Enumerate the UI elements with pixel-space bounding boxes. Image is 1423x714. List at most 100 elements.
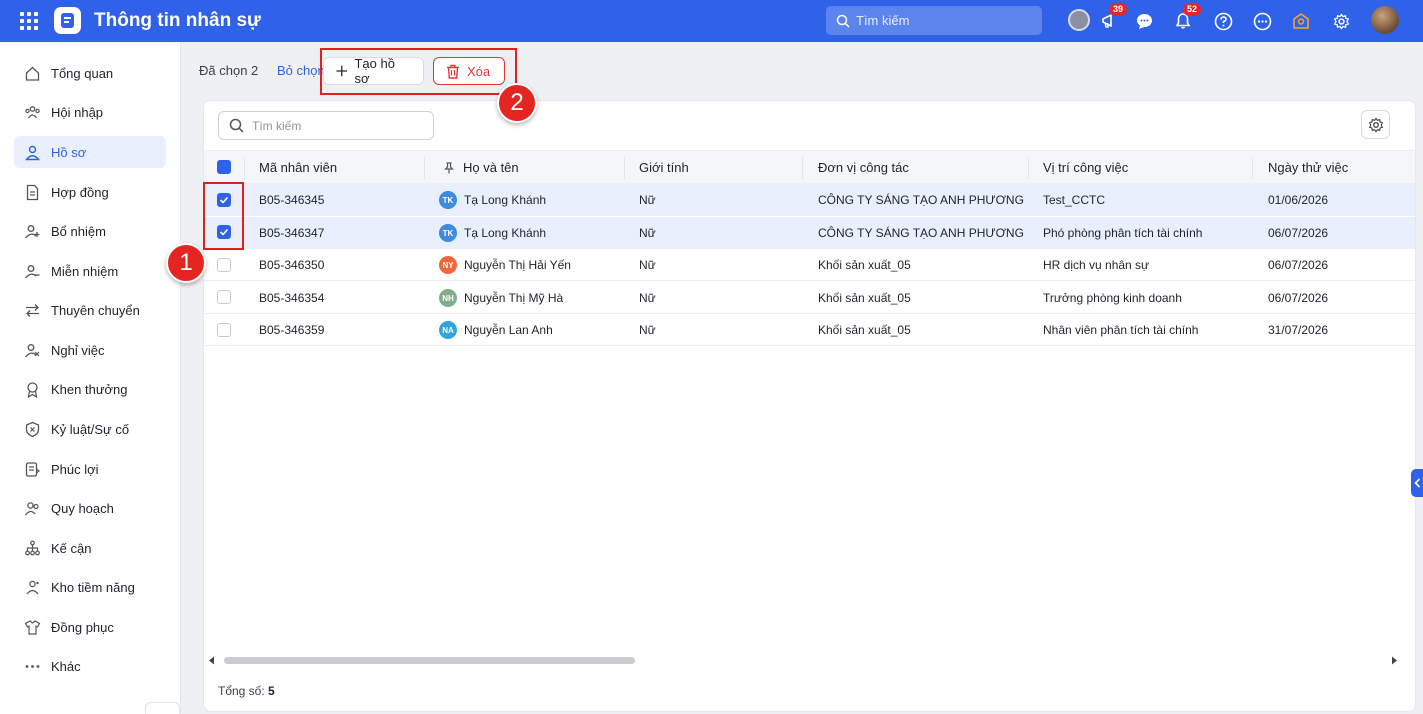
table-row[interactable]: B05-346347 TK Tạ Long Khánh Nữ CÔNG TY S…	[204, 217, 1415, 249]
column-divider	[1028, 157, 1029, 179]
employee-name[interactable]: Nguyễn Thị Hải Yến	[464, 258, 571, 272]
table-row[interactable]: B05-346359 NA Nguyễn Lan Anh Nữ Khối sản…	[204, 314, 1415, 346]
column-gender[interactable]: Giới tính	[639, 160, 689, 175]
row-checkbox[interactable]	[217, 290, 231, 304]
sidebar-item-label: Hồ sơ	[51, 144, 87, 160]
sidebar-item-hoi-nhap[interactable]: Hội nhập	[14, 96, 166, 128]
employee-avatar: NH	[439, 289, 457, 307]
employee-name[interactable]: Nguyễn Lan Anh	[464, 323, 553, 337]
announcement-icon[interactable]: 39	[1097, 3, 1128, 33]
employee-position: Phó phòng phân tích tài chính	[1043, 226, 1203, 240]
table-row[interactable]: B05-346345 TK Tạ Long Khánh Nữ CÔNG TY S…	[204, 184, 1415, 216]
employee-table-panel: Tìm kiếm Mã nhân viên Họ và tên Giới tín…	[203, 100, 1416, 712]
table-row[interactable]: B05-346354 NH Nguyễn Thị Mỹ Hà Nữ Khối s…	[204, 282, 1415, 314]
column-settings-button[interactable]	[1361, 110, 1390, 139]
gear-icon	[1368, 116, 1383, 133]
sidebar-item-ke-can[interactable]: Kế cận	[14, 532, 166, 564]
sidebar-item-nghi-viec[interactable]: Nghỉ việc	[14, 334, 166, 366]
sidebar-item-kho-tiem-nang[interactable]: Kho tiềm năng	[14, 571, 166, 603]
sidebar-item-bo-nhiem[interactable]: Bổ nhiệm	[14, 215, 166, 247]
talent-pool-icon	[26, 580, 39, 594]
employee-gender: Nữ	[639, 291, 656, 305]
workspace-avatar[interactable]	[1068, 9, 1090, 31]
home-icon	[25, 66, 40, 81]
sidebar-item-mien-nhiem[interactable]: Miễn nhiệm	[14, 255, 166, 287]
scroll-left-icon[interactable]	[208, 656, 215, 665]
employee-position: Trưởng phòng kinh doanh	[1043, 291, 1182, 305]
right-panel-toggle[interactable]	[1411, 469, 1423, 497]
app-grid-icon[interactable]	[20, 12, 38, 30]
employee-unit: CÔNG TY SÁNG TẠO ANH PHƯƠNG	[818, 193, 1024, 207]
discipline-icon	[25, 421, 40, 437]
scrollbar-thumb[interactable]	[224, 657, 635, 664]
sidebar-item-tong-quan[interactable]: Tổng quan	[14, 57, 166, 89]
sidebar-item-label: Đồng phục	[51, 619, 114, 635]
sidebar-item-ho-so[interactable]: Hồ sơ	[14, 136, 166, 168]
column-divider	[624, 157, 625, 179]
more-icon	[25, 664, 40, 668]
employee-position: HR dịch vụ nhân sự	[1043, 258, 1150, 272]
chat-icon[interactable]	[1132, 9, 1156, 33]
transfer-icon	[26, 303, 39, 317]
sidebar-item-hop-dong[interactable]: Hợp đồng	[14, 176, 166, 208]
annotation-step-1: 1	[166, 243, 206, 283]
employee-probation-date: 06/07/2026	[1268, 258, 1329, 272]
sidebar-item-label: Kế cận	[51, 540, 92, 556]
select-all-checkbox[interactable]	[217, 160, 231, 174]
reward-icon	[27, 381, 38, 398]
table-search-placeholder: Tìm kiếm	[252, 118, 302, 133]
chevron-left-icon	[1413, 478, 1420, 488]
global-search-placeholder: Tìm kiếm	[856, 13, 910, 28]
gift-icon[interactable]	[1289, 9, 1313, 33]
column-full-name[interactable]: Họ và tên	[463, 160, 519, 175]
employee-name[interactable]: Nguyễn Thị Mỹ Hà	[464, 291, 563, 305]
sidebar-item-khac[interactable]: Khác	[14, 650, 166, 682]
row-checkbox[interactable]	[217, 258, 231, 272]
user-avatar[interactable]	[1371, 6, 1399, 34]
row-checkbox[interactable]	[217, 323, 231, 337]
horizontal-scrollbar[interactable]	[204, 654, 1415, 666]
sidebar: Tổng quan Hội nhập Hồ sơ Hợp đồng Bổ nhi…	[0, 42, 181, 714]
column-employee-id[interactable]: Mã nhân viên	[259, 160, 337, 175]
resign-icon	[25, 343, 40, 357]
more-options-icon[interactable]	[1250, 9, 1274, 33]
sidebar-item-label: Bổ nhiệm	[51, 223, 106, 239]
employee-probation-date: 01/06/2026	[1268, 193, 1329, 207]
top-bar: Thông tin nhân sự Tìm kiếm 39 52	[0, 0, 1423, 42]
sidebar-collapse-handle[interactable]	[145, 702, 180, 714]
sidebar-item-quy-hoach[interactable]: Quy hoạch	[14, 492, 166, 524]
employee-probation-date: 06/07/2026	[1268, 291, 1329, 305]
welfare-icon	[25, 461, 40, 477]
sidebar-item-phuc-loi[interactable]: Phúc lợi	[14, 453, 166, 485]
scroll-right-icon[interactable]	[1391, 656, 1398, 665]
employee-gender: Nữ	[639, 323, 656, 337]
sidebar-item-dong-phuc[interactable]: Đồng phục	[14, 611, 166, 643]
employee-unit: CÔNG TY SÁNG TẠO ANH PHƯƠNG	[818, 226, 1024, 240]
bell-icon[interactable]: 52	[1171, 3, 1202, 33]
sidebar-item-ky-luat[interactable]: Kỷ luật/Sự cố	[14, 413, 166, 445]
employee-name[interactable]: Tạ Long Khánh	[464, 193, 546, 207]
employee-avatar: TK	[439, 224, 457, 242]
employee-id: B05-346359	[259, 323, 325, 337]
total-label: Tổng số:	[218, 684, 265, 698]
unselect-link[interactable]: Bỏ chọn	[277, 63, 325, 78]
sidebar-item-khen-thuong[interactable]: Khen thưởng	[14, 373, 166, 405]
pin-icon[interactable]	[444, 162, 454, 174]
settings-icon[interactable]	[1329, 9, 1353, 33]
succession-icon	[25, 540, 40, 555]
sidebar-item-thuyen-chuyen[interactable]: Thuyên chuyển	[14, 294, 166, 326]
employee-unit: Khối sản xuất_05	[818, 258, 911, 272]
global-search-input[interactable]: Tìm kiếm	[826, 6, 1042, 35]
column-probation-date[interactable]: Ngày thử việc	[1268, 160, 1348, 175]
sidebar-item-label: Tổng quan	[51, 65, 114, 81]
column-unit[interactable]: Đơn vị công tác	[818, 160, 909, 175]
employee-position: Nhân viên phân tích tài chính	[1043, 323, 1199, 337]
employee-position: Test_CCTC	[1043, 193, 1106, 207]
help-icon[interactable]	[1211, 9, 1235, 33]
employee-name[interactable]: Tạ Long Khánh	[464, 226, 546, 240]
table-row[interactable]: B05-346350 NY Nguyễn Thị Hải Yến Nữ Khối…	[204, 249, 1415, 281]
column-position[interactable]: Vị trí công việc	[1043, 160, 1128, 175]
table-footer: Tổng số: 5	[218, 684, 275, 698]
appoint-icon	[25, 224, 40, 238]
table-search-input[interactable]: Tìm kiếm	[218, 111, 434, 140]
